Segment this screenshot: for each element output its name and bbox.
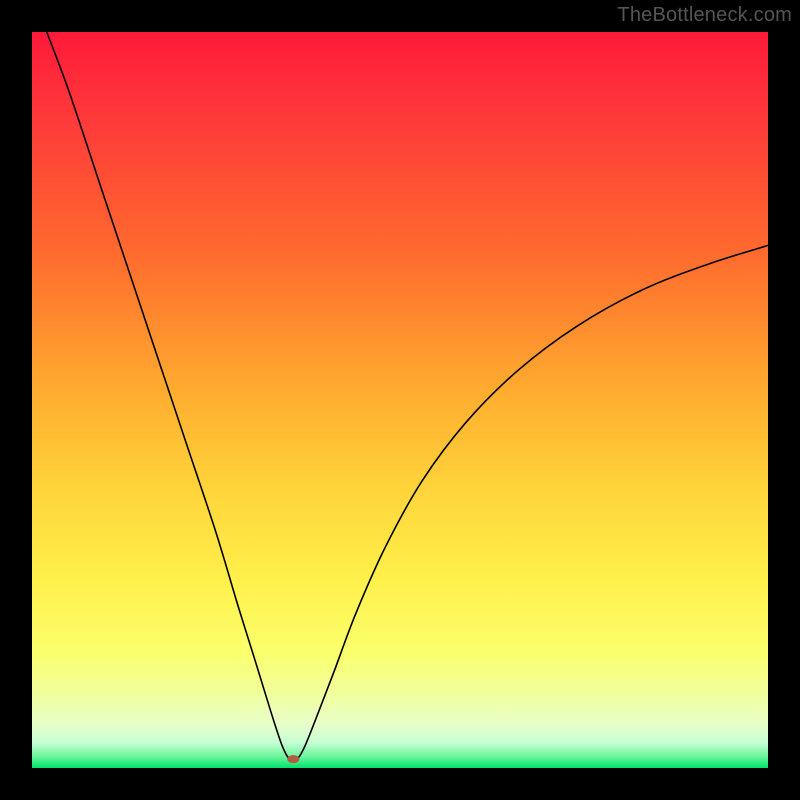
optimum-marker (287, 755, 299, 763)
watermark-text: TheBottleneck.com (617, 4, 792, 27)
gradient-background (32, 32, 768, 768)
chart-frame: TheBottleneck.com (0, 0, 800, 800)
plot-area (32, 32, 768, 768)
chart-svg (32, 32, 768, 768)
